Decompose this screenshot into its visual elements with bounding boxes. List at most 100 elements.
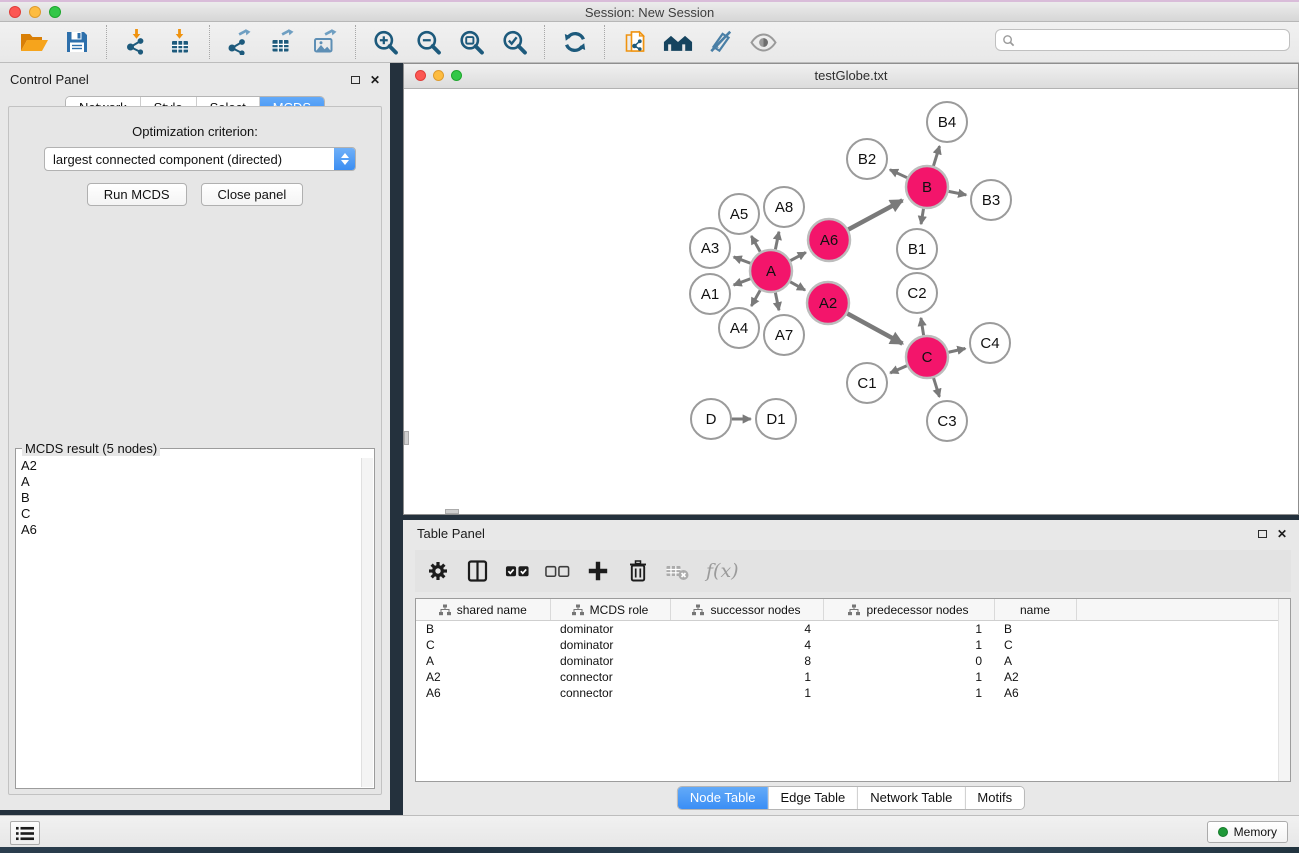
edge-A2-C[interactable]	[847, 314, 902, 344]
table-row[interactable]: A6connector11A6	[416, 685, 1290, 701]
column-header-predecessor-nodes[interactable]: predecessor nodes	[823, 599, 994, 621]
node-A8[interactable]: A8	[764, 187, 804, 227]
node-A3[interactable]: A3	[690, 228, 730, 268]
zoom-out-icon[interactable]	[407, 25, 450, 59]
select-all-checks-icon[interactable]	[504, 558, 531, 585]
close-panel-button[interactable]: Close panel	[201, 183, 304, 206]
task-history-button[interactable]	[10, 821, 40, 845]
float-panel-icon[interactable]	[351, 76, 360, 84]
home-neighborhood-icon[interactable]	[656, 25, 699, 59]
node-A1[interactable]: A1	[690, 274, 730, 314]
zoom-in-icon[interactable]	[364, 25, 407, 59]
node-A2[interactable]: A2	[807, 282, 849, 324]
node-B2[interactable]: B2	[847, 139, 887, 179]
edge-C-C3[interactable]	[934, 378, 940, 397]
table-header-row[interactable]: shared nameMCDS rolesuccessor nodesprede…	[416, 599, 1290, 621]
node-C1[interactable]: C1	[847, 363, 887, 403]
node-C[interactable]: C	[906, 336, 948, 378]
tab-node-table[interactable]: Node Table	[678, 787, 768, 809]
add-row-icon[interactable]	[584, 558, 611, 585]
edge-C-C2[interactable]	[921, 318, 924, 335]
node-A5[interactable]: A5	[719, 194, 759, 234]
edge-A-A8[interactable]	[775, 232, 779, 250]
canvas-vertical-scroll-thumb[interactable]	[404, 431, 409, 445]
edge-C-C1[interactable]	[890, 366, 907, 373]
export-table-icon[interactable]	[261, 25, 304, 59]
node-B4[interactable]: B4	[927, 102, 967, 142]
column-header-MCDS-role[interactable]: MCDS role	[550, 599, 670, 621]
table-row[interactable]: Bdominator41B	[416, 621, 1290, 638]
node-B1[interactable]: B1	[897, 229, 937, 269]
edge-C-C4[interactable]	[948, 348, 965, 352]
table-row[interactable]: Adominator80A	[416, 653, 1290, 669]
edge-A-A1[interactable]	[734, 279, 751, 285]
hide-graphics-details-icon[interactable]	[699, 25, 742, 59]
tab-edge-table[interactable]: Edge Table	[767, 787, 857, 809]
search-input[interactable]	[1015, 32, 1289, 48]
delete-row-icon[interactable]	[624, 558, 651, 585]
dropdown-spinner-icon[interactable]	[334, 148, 355, 170]
mcds-result-list[interactable]: A2ABCA6	[17, 458, 362, 787]
export-image-icon[interactable]	[304, 25, 347, 59]
table-row[interactable]: A2connector11A2	[416, 669, 1290, 685]
node-A7[interactable]: A7	[764, 315, 804, 355]
node-A[interactable]: A	[750, 250, 792, 292]
open-session-icon[interactable]	[12, 25, 55, 59]
edge-A6-B[interactable]	[848, 200, 902, 229]
import-table-icon[interactable]	[158, 25, 201, 59]
node-D1[interactable]: D1	[756, 399, 796, 439]
edge-A-A3[interactable]	[734, 257, 751, 263]
refresh-layout-icon[interactable]	[553, 25, 596, 59]
edge-A-A5[interactable]	[751, 236, 760, 252]
edge-B-B2[interactable]	[890, 170, 907, 178]
edge-A-A4[interactable]	[751, 290, 760, 306]
mcds-result-item[interactable]: B	[17, 490, 362, 506]
mcds-result-item[interactable]: A	[17, 474, 362, 490]
mcds-result-item[interactable]: A6	[17, 522, 362, 538]
zoom-fit-icon[interactable]	[450, 25, 493, 59]
edge-B-B4[interactable]	[933, 146, 939, 166]
memory-button[interactable]: Memory	[1207, 821, 1288, 843]
node-B3[interactable]: B3	[971, 180, 1011, 220]
deselect-all-checks-icon[interactable]	[544, 558, 571, 585]
column-header-successor-nodes[interactable]: successor nodes	[670, 599, 823, 621]
table-scrollbar[interactable]	[1278, 599, 1290, 781]
node-A4[interactable]: A4	[719, 308, 759, 348]
node-D[interactable]: D	[691, 399, 731, 439]
node-C2[interactable]: C2	[897, 273, 937, 313]
node-B[interactable]: B	[906, 166, 948, 208]
delete-table-icon[interactable]	[664, 558, 691, 585]
criterion-dropdown[interactable]: largest connected component (directed)	[44, 147, 356, 171]
edge-B-B3[interactable]	[949, 191, 967, 195]
search-field[interactable]	[995, 29, 1290, 51]
table-row[interactable]: Cdominator41C	[416, 637, 1290, 653]
canvas-horizontal-scroll-thumb[interactable]	[445, 509, 459, 514]
run-mcds-button[interactable]: Run MCDS	[87, 183, 187, 206]
tab-network-table[interactable]: Network Table	[857, 787, 964, 809]
show-eye-icon[interactable]	[742, 25, 785, 59]
mcds-result-scrollbar[interactable]	[361, 458, 373, 787]
import-network-icon[interactable]	[115, 25, 158, 59]
close-panel-icon[interactable]: ✕	[370, 75, 380, 85]
zoom-selected-icon[interactable]	[493, 25, 536, 59]
float-table-panel-icon[interactable]	[1258, 530, 1267, 538]
close-table-panel-icon[interactable]: ✕	[1277, 529, 1287, 539]
node-C4[interactable]: C4	[970, 323, 1010, 363]
columns-icon[interactable]	[464, 558, 491, 585]
new-network-from-selection-icon[interactable]	[613, 25, 656, 59]
export-network-icon[interactable]	[218, 25, 261, 59]
column-header-name[interactable]: name	[994, 599, 1076, 621]
edge-B-B1[interactable]	[921, 209, 923, 224]
network-canvas[interactable]: B4B2BB3A5A8A6A3B1AA1C2A2A4A7C4CC1C3DD1	[404, 89, 1298, 514]
edge-A-A6[interactable]	[790, 252, 805, 260]
edge-A-A2[interactable]	[790, 282, 805, 290]
tab-motifs[interactable]: Motifs	[964, 787, 1024, 809]
save-session-icon[interactable]	[55, 25, 98, 59]
node-C3[interactable]: C3	[927, 401, 967, 441]
settings-gear-icon[interactable]	[424, 558, 451, 585]
function-builder-icon[interactable]: f(x)	[706, 560, 739, 582]
network-window-titlebar[interactable]: testGlobe.txt	[404, 64, 1298, 89]
mcds-result-item[interactable]: C	[17, 506, 362, 522]
edge-A-A7[interactable]	[775, 293, 779, 311]
mcds-result-item[interactable]: A2	[17, 458, 362, 474]
